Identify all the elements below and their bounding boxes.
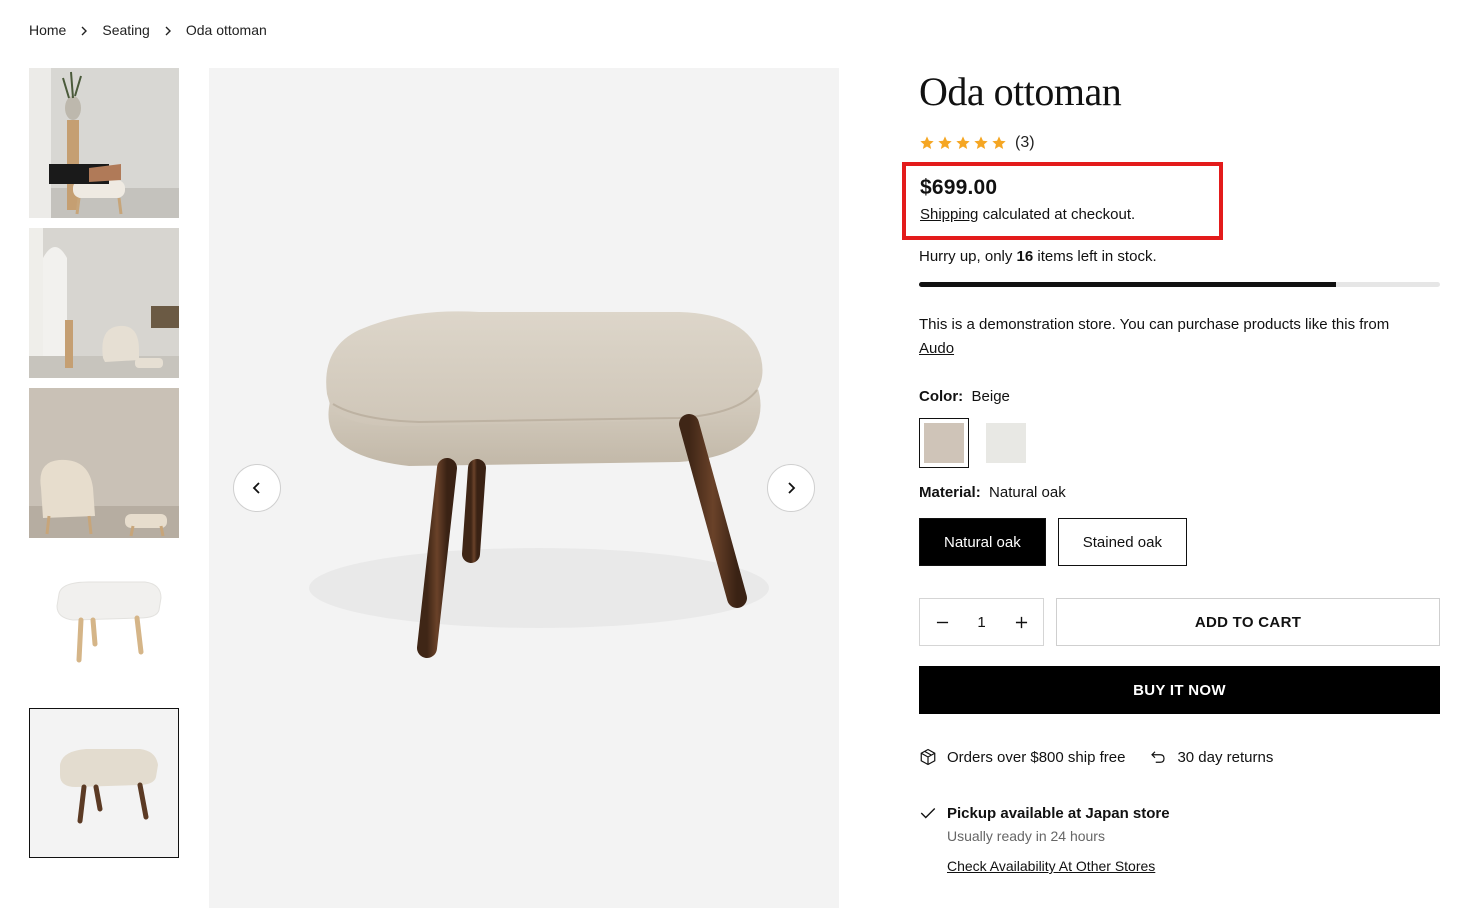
chevron-right-icon: [150, 22, 186, 38]
color-value: Beige: [971, 388, 1010, 405]
lifestyle-feet-on-ottoman-image: [29, 68, 179, 218]
color-swatch-white[interactable]: [981, 418, 1031, 468]
thumbnail-5[interactable]: [29, 708, 179, 858]
material-stained-oak-button[interactable]: Stained oak: [1057, 518, 1187, 566]
increase-quantity-button[interactable]: [1013, 614, 1029, 630]
breadcrumb-home[interactable]: Home: [29, 22, 66, 38]
breadcrumb-seating[interactable]: Seating: [102, 22, 149, 38]
returns-text: 30 day returns: [1177, 748, 1274, 766]
thumbnail-2[interactable]: [29, 228, 179, 378]
buy-it-now-button[interactable]: BUY IT NOW: [919, 666, 1440, 714]
swatch-color: [986, 423, 1026, 463]
lifestyle-chair-and-ottoman-image: [29, 388, 179, 538]
pickup-title: Pickup available at Japan store: [947, 804, 1170, 822]
chevron-right-icon: [788, 482, 796, 494]
demo-notice: This is a demonstration store. You can p…: [919, 313, 1440, 361]
stock-progress-bar: [919, 282, 1440, 287]
material-options: Natural oak Stained oak: [919, 518, 1187, 566]
stock-message: Hurry up, only 16 items left in stock.: [919, 248, 1157, 265]
ottoman-beige-stained-oak-image: [30, 709, 178, 857]
swatch-color: [924, 423, 964, 463]
material-option-label: Material: Natural oak: [919, 484, 1066, 501]
pickup-availability: Pickup available at Japan store Usually …: [919, 804, 1170, 876]
rating-stars: [919, 135, 1007, 151]
check-availability-link[interactable]: Check Availability At Other Stores: [947, 858, 1155, 874]
product-info: Oda ottoman (3) $699.00 Shipping calcula…: [902, 68, 1440, 874]
product-title: Oda ottoman: [919, 69, 1122, 114]
chevron-right-icon: [66, 22, 102, 38]
pickup-title-row: Pickup available at Japan store: [919, 804, 1170, 822]
material-label: Material:: [919, 484, 981, 501]
chevron-left-icon: [252, 482, 260, 494]
return-arrow-icon: [1151, 751, 1166, 763]
package-icon: [920, 748, 936, 766]
audo-link[interactable]: Audo: [919, 340, 954, 357]
shipping-link[interactable]: Shipping: [920, 206, 978, 223]
previous-image-button[interactable]: [233, 464, 281, 512]
plus-icon: [1015, 616, 1027, 628]
stock-progress-fill: [919, 282, 1336, 287]
thumbnail-list: [29, 68, 179, 868]
color-label: Color:: [919, 388, 964, 405]
star-icon: [956, 136, 970, 149]
material-value: Natural oak: [989, 484, 1066, 501]
thumbnail-1[interactable]: [29, 68, 179, 218]
free-shipping-text: Orders over $800 ship free: [947, 748, 1126, 766]
color-swatch-beige[interactable]: [919, 418, 969, 468]
breadcrumb-current: Oda ottoman: [185, 22, 267, 38]
thumbnail-3[interactable]: [29, 388, 179, 538]
decrease-quantity-button[interactable]: [934, 614, 950, 630]
minus-icon: [936, 621, 948, 623]
product-price: $699.00: [920, 176, 998, 199]
checkmark-icon: [920, 808, 936, 819]
breadcrumb: Home Seating Oda ottoman: [29, 22, 267, 38]
quantity-stepper: 1: [919, 598, 1044, 646]
product-rating[interactable]: (3): [919, 134, 1440, 152]
shipping-info: Shipping calculated at checkout.: [920, 206, 1205, 223]
main-product-image: [209, 68, 839, 908]
stock-suffix: items left in stock.: [1037, 248, 1157, 265]
color-swatches: [919, 418, 1031, 468]
ottoman-white-natural-oak-image: [29, 548, 179, 698]
quantity-value[interactable]: 1: [977, 614, 985, 631]
add-to-cart-button[interactable]: ADD TO CART: [1056, 598, 1440, 646]
star-icon: [974, 136, 988, 149]
stock-count: 16: [1016, 248, 1034, 265]
price-highlight-box: $699.00 Shipping calculated at checkout.: [902, 162, 1223, 240]
star-icon: [938, 136, 952, 149]
free-shipping-perk: Orders over $800 ship free: [919, 748, 1125, 766]
shipping-text: calculated at checkout.: [982, 206, 1136, 223]
star-icon: [992, 136, 1006, 149]
review-count: (3): [1015, 134, 1035, 151]
star-icon: [920, 136, 934, 149]
stock-prefix: Hurry up, only: [919, 248, 1013, 265]
demo-text: This is a demonstration store. You can p…: [919, 316, 1390, 333]
oda-ottoman-product-image: [309, 311, 769, 658]
next-image-button[interactable]: [767, 464, 815, 512]
lifestyle-room-chair-ottoman-image: [29, 228, 179, 378]
color-option-label: Color: Beige: [919, 388, 1010, 405]
perks-row: Orders over $800 ship free 30 day return…: [919, 748, 1297, 766]
returns-perk: 30 day returns: [1149, 748, 1273, 766]
pickup-subtitle: Usually ready in 24 hours: [947, 828, 1105, 844]
thumbnail-4[interactable]: [29, 548, 179, 698]
material-natural-oak-button[interactable]: Natural oak: [919, 518, 1046, 566]
